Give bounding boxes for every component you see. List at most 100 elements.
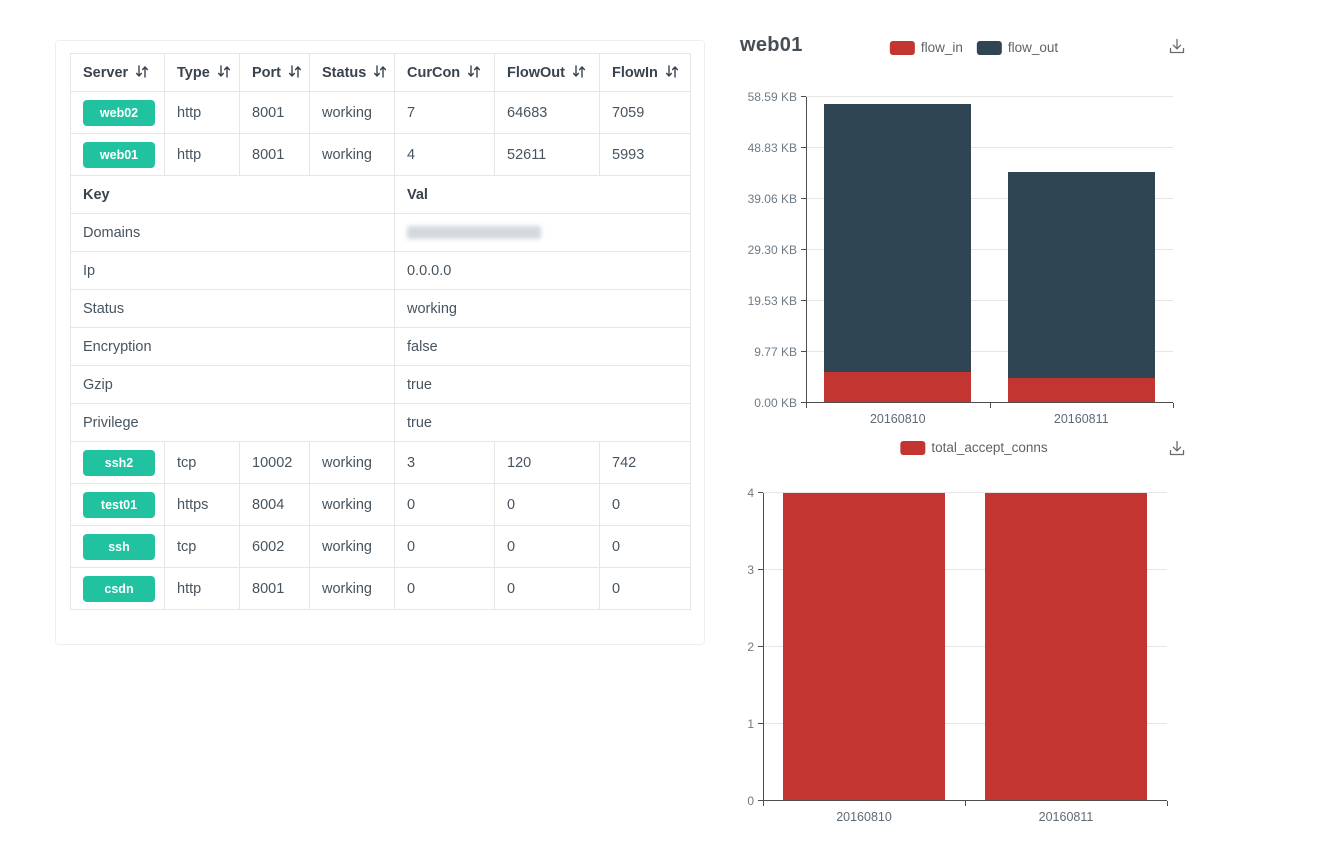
server-button[interactable]: ssh [83, 534, 155, 560]
legend-marker [977, 41, 1002, 55]
curcon-cell: 0 [395, 484, 495, 526]
bar-flow_in [824, 372, 971, 403]
column-header-flowout[interactable]: FlowOut [495, 54, 600, 92]
x-axis-label: 20160810 [806, 412, 990, 426]
flowin-cell: 742 [600, 442, 691, 484]
server-cell: ssh2 [71, 442, 165, 484]
y-axis-tick [801, 147, 806, 148]
column-header-server[interactable]: Server [71, 54, 165, 92]
table-row: csdnhttp8001working000 [71, 568, 691, 610]
column-header-flowin[interactable]: FlowIn [600, 54, 691, 92]
legend-label: flow_out [1008, 40, 1058, 55]
detail-val-cell: true [395, 404, 691, 442]
detail-key-cell: Encryption [71, 328, 395, 366]
y-axis-tick [801, 351, 806, 352]
y-axis-label: 48.83 KB [730, 140, 797, 156]
gridline [806, 96, 1173, 97]
y-axis-label: 19.53 KB [730, 293, 797, 309]
status-cell: working [310, 134, 395, 176]
legend-label: flow_in [921, 40, 963, 55]
port-cell: 8001 [240, 92, 310, 134]
curcon-cell: 3 [395, 442, 495, 484]
y-axis-label: 1 [730, 716, 754, 732]
server-button[interactable]: csdn [83, 576, 155, 602]
flowout-cell: 120 [495, 442, 600, 484]
server-button[interactable]: test01 [83, 492, 155, 518]
column-header-label: Port [252, 65, 281, 81]
server-button[interactable]: web02 [83, 100, 155, 126]
download-icon[interactable] [1166, 438, 1188, 460]
detail-key-cell: Ip [71, 252, 395, 290]
flowout-cell: 64683 [495, 92, 600, 134]
legend-item[interactable]: flow_in [890, 40, 963, 55]
y-axis-label: 0 [730, 793, 754, 809]
y-axis-label: 0.00 KB [730, 395, 797, 411]
detail-row: Domains [71, 214, 691, 252]
y-axis-tick [758, 723, 763, 724]
y-axis-tick [801, 96, 806, 97]
type-cell: http [165, 134, 240, 176]
port-cell: 10002 [240, 442, 310, 484]
curcon-cell: 0 [395, 568, 495, 610]
port-cell: 8004 [240, 484, 310, 526]
download-icon[interactable] [1166, 36, 1188, 58]
y-axis-tick [801, 300, 806, 301]
y-axis-label: 4 [730, 485, 754, 501]
server-table: Server Type Port Status CurCon FlowOut FlowIn w… [70, 53, 691, 610]
key-header: Key [71, 176, 395, 214]
y-axis-label: 2 [730, 639, 754, 655]
detail-row: Encryptionfalse [71, 328, 691, 366]
sort-icon [217, 65, 231, 78]
column-header-label: Type [177, 65, 210, 81]
detail-key-cell: Domains [71, 214, 395, 252]
y-axis-label: 58.59 KB [730, 89, 797, 105]
x-axis-label: 20160811 [965, 810, 1167, 824]
curcon-cell: 0 [395, 526, 495, 568]
chart-legend: total_accept_conns [900, 440, 1047, 455]
status-cell: working [310, 526, 395, 568]
table-row: sshtcp6002working000 [71, 526, 691, 568]
table-row: web01http8001working4526115993 [71, 134, 691, 176]
status-cell: working [310, 568, 395, 610]
curcon-cell: 7 [395, 92, 495, 134]
column-header-label: FlowOut [507, 65, 565, 81]
y-axis-tick [801, 198, 806, 199]
flowout-cell: 52611 [495, 134, 600, 176]
y-axis-label: 3 [730, 562, 754, 578]
detail-val-cell: false [395, 328, 691, 366]
bar-flow_out [824, 104, 971, 372]
y-axis-label: 39.06 KB [730, 191, 797, 207]
legend-item[interactable]: total_accept_conns [900, 440, 1047, 455]
chart-plot-area [806, 97, 1173, 403]
y-axis-tick [758, 646, 763, 647]
legend-label: total_accept_conns [931, 440, 1047, 455]
flowout-cell: 0 [495, 484, 600, 526]
detail-row: Privilegetrue [71, 404, 691, 442]
curcon-cell: 4 [395, 134, 495, 176]
flowin-cell: 5993 [600, 134, 691, 176]
column-header-type[interactable]: Type [165, 54, 240, 92]
status-cell: working [310, 484, 395, 526]
server-cell: web01 [71, 134, 165, 176]
server-button[interactable]: web01 [83, 142, 155, 168]
flowin-cell: 0 [600, 484, 691, 526]
val-header: Val [395, 176, 691, 214]
x-axis-label: 20160811 [990, 412, 1174, 426]
detail-row: Statusworking [71, 290, 691, 328]
y-axis-line [763, 493, 764, 801]
column-header-status[interactable]: Status [310, 54, 395, 92]
type-cell: http [165, 568, 240, 610]
flowout-cell: 0 [495, 568, 600, 610]
detail-key-cell: Status [71, 290, 395, 328]
chart-plot-area [763, 493, 1167, 801]
y-axis-label: 9.77 KB [730, 344, 797, 360]
legend-item[interactable]: flow_out [977, 40, 1058, 55]
column-header-port[interactable]: Port [240, 54, 310, 92]
flowout-cell: 0 [495, 526, 600, 568]
column-header-curcon[interactable]: CurCon [395, 54, 495, 92]
status-cell: working [310, 92, 395, 134]
column-header-label: Status [322, 65, 366, 81]
sort-icon [135, 65, 149, 78]
server-button[interactable]: ssh2 [83, 450, 155, 476]
x-axis-tick [990, 403, 991, 408]
